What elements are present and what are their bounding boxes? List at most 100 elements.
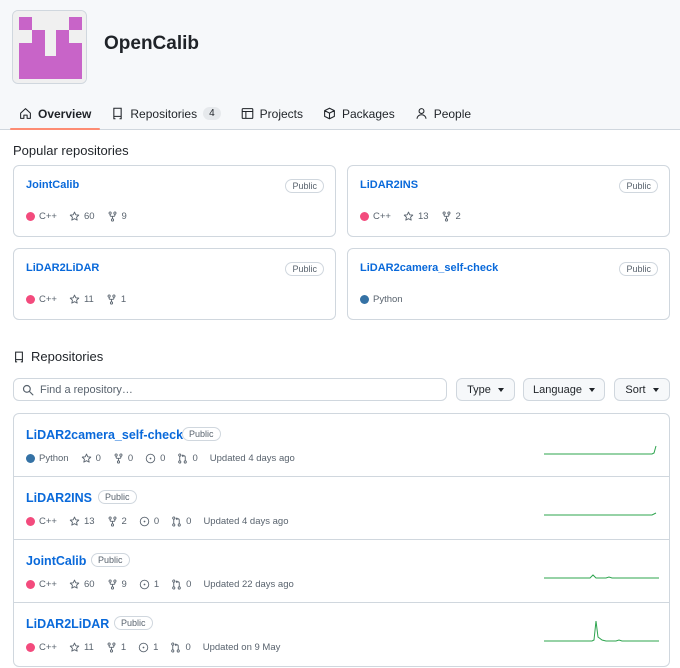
- search-icon: [22, 384, 34, 395]
- fork-icon: [108, 516, 116, 527]
- pinned-repo-meta: C++ 60 9: [26, 211, 139, 222]
- forks-count: 9: [121, 579, 127, 590]
- sort-button[interactable]: Sort: [614, 378, 670, 401]
- tab-overview[interactable]: Overview: [10, 98, 101, 130]
- stars-count: 11: [83, 642, 94, 653]
- language: C++: [26, 579, 57, 590]
- repo-name-link[interactable]: LiDAR2camera_self-check: [26, 428, 183, 442]
- tab-repositories[interactable]: Repositories 4: [102, 98, 229, 129]
- tab-projects[interactable]: Projects: [232, 98, 312, 129]
- tab-packages-label: Packages: [342, 106, 395, 121]
- pinned-repo-link[interactable]: LiDAR2camera_self-check: [360, 262, 498, 274]
- activity-sparkline: [544, 574, 659, 579]
- language-color-dot: [26, 580, 35, 589]
- pinned-repo-card: LiDAR2camera_self-check Public Python: [347, 248, 670, 320]
- pull-requests-count: 0: [186, 516, 192, 527]
- type-filter-label: Type: [467, 383, 491, 396]
- pinned-repo-link[interactable]: JointCalib: [26, 179, 79, 191]
- repository-row: JointCalib Public C++ 60 9 1 0 Updated 2…: [14, 540, 669, 603]
- tab-packages[interactable]: Packages: [314, 98, 404, 129]
- sort-label: Sort: [625, 383, 646, 396]
- language-filter-button[interactable]: Language: [523, 378, 605, 401]
- forks-link[interactable]: 0: [113, 453, 133, 464]
- updated-time: Updated 4 days ago: [209, 453, 295, 464]
- fork-icon: [108, 579, 116, 590]
- forks-link[interactable]: 9: [107, 211, 127, 222]
- stars-count: 13: [83, 516, 95, 527]
- issues-link[interactable]: 1: [139, 579, 159, 590]
- pull-requests-link[interactable]: 0: [177, 453, 198, 464]
- forks-link[interactable]: 9: [107, 579, 127, 590]
- language-label: C++: [39, 516, 57, 527]
- language-color-dot: [26, 643, 35, 652]
- forks-link[interactable]: 1: [106, 294, 126, 305]
- pull-requests-link[interactable]: 0: [170, 642, 191, 653]
- forks-link[interactable]: 2: [441, 211, 461, 222]
- repo-name-link[interactable]: LiDAR2INS: [26, 491, 92, 505]
- language-filter-label: Language: [533, 383, 582, 396]
- pinned-repo-link[interactable]: LiDAR2LiDAR: [26, 262, 99, 274]
- stars-link[interactable]: 11: [69, 294, 94, 305]
- language: Python: [360, 294, 403, 305]
- tab-people[interactable]: People: [406, 98, 480, 129]
- stars-link[interactable]: 0: [81, 453, 101, 464]
- org-header: OpenCalib Overview Repositories 4 Projec…: [0, 0, 680, 130]
- updated-time: Updated 22 days ago: [203, 579, 294, 590]
- language-color-dot: [26, 212, 35, 221]
- caret-down-icon: [588, 387, 595, 392]
- visibility-badge: Public: [285, 179, 324, 193]
- forks-link[interactable]: 1: [106, 642, 126, 653]
- repo-search-input[interactable]: [40, 383, 430, 396]
- language-label: Python: [373, 294, 403, 305]
- repo-meta: C++ 13 2 0 0 Updated 4 days ago: [26, 516, 300, 527]
- issue-icon: [145, 453, 156, 464]
- visibility-badge: Public: [98, 490, 137, 504]
- caret-down-icon: [652, 387, 659, 392]
- stars-link[interactable]: 60: [69, 211, 95, 222]
- repo-meta: C++ 60 9 1 0 Updated 22 days ago: [26, 579, 306, 590]
- pull-requests-link[interactable]: 0: [171, 579, 191, 590]
- type-filter-button[interactable]: Type: [456, 378, 515, 401]
- language: C++: [26, 294, 57, 305]
- stars-link[interactable]: 13: [69, 516, 95, 527]
- stars-count: 60: [83, 211, 95, 222]
- pull-request-icon: [172, 579, 181, 590]
- activity-sparkline: [544, 512, 657, 516]
- repo-name-link[interactable]: LiDAR2LiDAR: [26, 617, 109, 631]
- language-label: Python: [39, 453, 69, 464]
- package-icon: [324, 107, 335, 120]
- language-label: C++: [373, 211, 391, 222]
- pinned-repo-card: LiDAR2LiDAR Public C++ 11 1: [13, 248, 336, 320]
- updated-time: Updated 4 days ago: [203, 516, 289, 527]
- repo-meta: C++ 11 1 1 0 Updated on 9 May: [26, 642, 292, 653]
- language-label: C++: [39, 211, 57, 222]
- issues-link[interactable]: 0: [139, 516, 159, 527]
- org-avatar[interactable]: [12, 10, 87, 84]
- stars-link[interactable]: 13: [403, 211, 429, 222]
- issues-link[interactable]: 0: [145, 453, 165, 464]
- pinned-repo-link[interactable]: LiDAR2INS: [360, 179, 418, 191]
- star-icon: [69, 516, 80, 526]
- star-icon: [69, 294, 80, 304]
- pinned-repo-card: LiDAR2INS Public C++ 13 2: [347, 165, 670, 237]
- repository-row: LiDAR2INS Public C++ 13 2 0 0 Updated 4 …: [14, 477, 669, 540]
- pull-request-icon: [178, 453, 188, 464]
- pinned-repo-meta: C++ 13 2: [360, 211, 473, 222]
- pull-requests-link[interactable]: 0: [171, 516, 191, 527]
- repo-name-link[interactable]: JointCalib: [26, 554, 86, 568]
- stars-count: 13: [417, 211, 429, 222]
- org-nav: Overview Repositories 4 Projects Package…: [0, 98, 480, 130]
- stars-link[interactable]: 11: [69, 642, 94, 653]
- table-icon: [241, 108, 253, 119]
- visibility-badge: Public: [619, 179, 658, 193]
- star-icon: [69, 642, 80, 652]
- forks-count: 9: [121, 211, 127, 222]
- issues-link[interactable]: 1: [138, 642, 158, 653]
- pull-requests-count: 0: [185, 642, 191, 653]
- language-color-dot: [26, 295, 35, 304]
- stars-count: 11: [83, 294, 94, 305]
- pinned-repo-card: JointCalib Public C++ 60 9: [13, 165, 336, 237]
- pinned-repo-meta: Python: [360, 294, 415, 305]
- stars-link[interactable]: 60: [69, 579, 95, 590]
- forks-link[interactable]: 2: [107, 516, 127, 527]
